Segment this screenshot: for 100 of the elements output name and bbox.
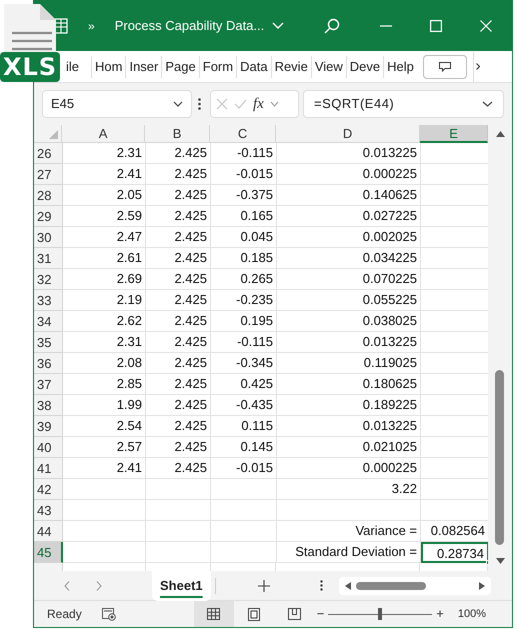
- table-cell[interactable]: 0.425: [211, 374, 277, 395]
- comment-icon[interactable]: [438, 62, 451, 72]
- ribbon-tab[interactable]: ile: [66, 56, 80, 76]
- table-cell[interactable]: [211, 479, 277, 500]
- table-cell[interactable]: 2.31: [63, 143, 146, 164]
- cancel-icon[interactable]: [216, 98, 228, 110]
- table-cell[interactable]: 0.180625: [277, 374, 421, 395]
- table-cell[interactable]: 0.038025: [277, 311, 421, 332]
- more-vertical-icon[interactable]: [320, 580, 323, 591]
- table-cell[interactable]: [146, 542, 211, 563]
- ribbon-tab[interactable]: Data: [237, 56, 271, 76]
- row-header[interactable]: 33: [34, 290, 63, 311]
- chevron-down-icon[interactable]: [173, 101, 183, 107]
- table-cell[interactable]: [63, 500, 146, 521]
- name-box[interactable]: E45: [42, 90, 192, 118]
- column-header[interactable]: E: [420, 125, 488, 143]
- table-cell[interactable]: 0.013225: [277, 416, 421, 437]
- table-cell[interactable]: 0.002025: [277, 227, 421, 248]
- table-cell[interactable]: 2.425: [146, 269, 211, 290]
- row-header[interactable]: 30: [34, 227, 63, 248]
- table-cell[interactable]: 2.425: [146, 374, 211, 395]
- table-cell[interactable]: [211, 542, 277, 563]
- table-cell[interactable]: 2.19: [63, 290, 146, 311]
- table-cell[interactable]: 2.425: [146, 164, 211, 185]
- table-cell[interactable]: [211, 521, 277, 542]
- row-header[interactable]: 39: [34, 416, 63, 437]
- check-icon[interactable]: [234, 99, 247, 109]
- scroll-down-icon[interactable]: [496, 558, 506, 564]
- scroll-left-icon[interactable]: [344, 582, 351, 590]
- table-cell[interactable]: 2.425: [146, 416, 211, 437]
- maximize-icon[interactable]: [430, 20, 442, 32]
- table-cell[interactable]: 1.99: [63, 395, 146, 416]
- table-cell[interactable]: 2.59: [63, 206, 146, 227]
- table-cell[interactable]: [211, 500, 277, 521]
- table-cell[interactable]: [146, 521, 211, 542]
- table-cell[interactable]: 0.115: [211, 416, 277, 437]
- column-header[interactable]: B: [145, 125, 210, 143]
- ribbon-tab[interactable]: Help: [384, 56, 417, 76]
- row-header[interactable]: [34, 563, 63, 571]
- table-cell[interactable]: -0.115: [211, 332, 277, 353]
- table-cell[interactable]: 0.195: [211, 311, 277, 332]
- table-cell[interactable]: 0.013225: [277, 332, 421, 353]
- table-cell[interactable]: 0.000225: [277, 458, 421, 479]
- row-header[interactable]: 32: [34, 269, 63, 290]
- table-cell[interactable]: [146, 500, 211, 521]
- table-cell[interactable]: 0.140625: [277, 185, 421, 206]
- table-cell[interactable]: 0.070225: [277, 269, 421, 290]
- table-cell[interactable]: 2.425: [146, 311, 211, 332]
- ribbon-tab[interactable]: Form: [200, 56, 236, 76]
- table-cell[interactable]: 0.145: [211, 437, 277, 458]
- table-cell[interactable]: 2.41: [63, 164, 146, 185]
- table-cell[interactable]: 2.41: [63, 458, 146, 479]
- grid-icon[interactable]: [54, 18, 68, 34]
- grid-view-icon[interactable]: [207, 608, 220, 620]
- table-cell[interactable]: 0.265: [211, 269, 277, 290]
- ribbon-tab[interactable]: Revie: [272, 56, 311, 76]
- zoom-out-button[interactable]: −: [316, 604, 324, 624]
- row-header[interactable]: 28: [34, 185, 63, 206]
- close-icon[interactable]: [480, 20, 492, 32]
- search-icon[interactable]: [324, 18, 340, 34]
- zoom-in-button[interactable]: +: [436, 604, 444, 624]
- row-header[interactable]: 44: [34, 521, 63, 542]
- table-cell[interactable]: 0.119025: [277, 353, 421, 374]
- table-cell[interactable]: 0.027225: [277, 206, 421, 227]
- zoom-slider[interactable]: [328, 608, 432, 620]
- table-cell[interactable]: 2.69: [63, 269, 146, 290]
- row-header[interactable]: 29: [34, 206, 63, 227]
- table-cell[interactable]: 2.425: [146, 395, 211, 416]
- table-cell[interactable]: 0.000225: [277, 164, 421, 185]
- row-header[interactable]: 36: [34, 353, 63, 374]
- table-cell[interactable]: 2.425: [146, 143, 211, 164]
- table-cell[interactable]: -0.015: [211, 458, 277, 479]
- minimize-icon[interactable]: [380, 25, 392, 27]
- row-header[interactable]: 42: [34, 479, 63, 500]
- column-header[interactable]: A: [62, 125, 146, 143]
- scrollbar-thumb[interactable]: [356, 582, 426, 590]
- table-cell[interactable]: [63, 479, 146, 500]
- table-cell[interactable]: 2.425: [146, 185, 211, 206]
- row-header[interactable]: 35: [34, 332, 63, 353]
- table-cell[interactable]: 2.31: [63, 332, 146, 353]
- table-cell[interactable]: -0.015: [211, 164, 277, 185]
- table-cell[interactable]: 2.425: [146, 458, 211, 479]
- page-layout-icon[interactable]: [248, 608, 260, 620]
- next-sheet-icon[interactable]: [96, 580, 102, 590]
- scrollbar-thumb[interactable]: [495, 370, 504, 545]
- ribbon-tab[interactable]: View: [312, 56, 346, 76]
- row-header[interactable]: 31: [34, 248, 63, 269]
- table-cell[interactable]: -0.435: [211, 395, 277, 416]
- table-cell[interactable]: 0.013225: [277, 143, 421, 164]
- table-cell[interactable]: 0.189225: [277, 395, 421, 416]
- row-header[interactable]: 26: [34, 143, 63, 164]
- scroll-up-icon[interactable]: [496, 131, 506, 137]
- table-cell[interactable]: 2.425: [146, 290, 211, 311]
- ribbon-tab[interactable]: Page: [162, 56, 199, 76]
- sheet-tab[interactable]: Sheet1: [152, 570, 211, 600]
- table-cell[interactable]: 2.08: [63, 353, 146, 374]
- row-header[interactable]: 40: [34, 437, 63, 458]
- table-cell[interactable]: 0.034225: [277, 248, 421, 269]
- row-header[interactable]: 27: [34, 164, 63, 185]
- table-cell[interactable]: 2.57: [63, 437, 146, 458]
